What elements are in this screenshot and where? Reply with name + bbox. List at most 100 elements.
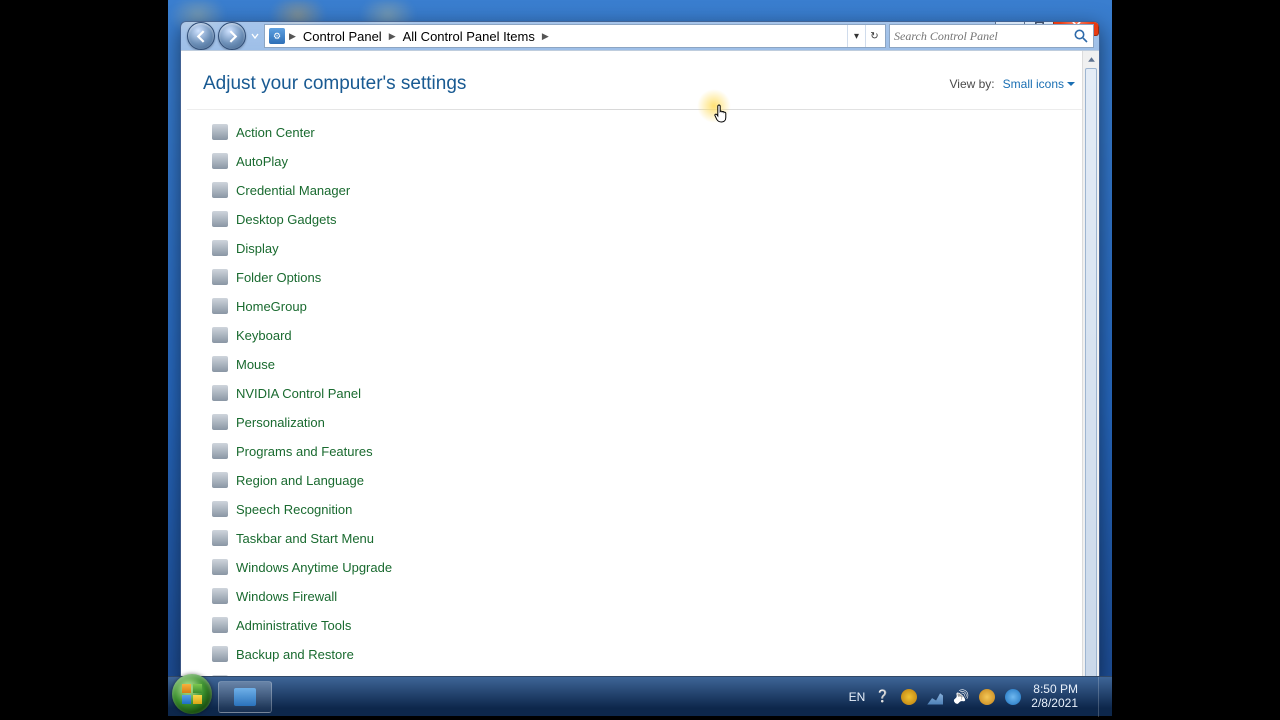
breadcrumb-separator[interactable]: ▶ [389,31,396,42]
refresh-button[interactable]: ↻ [865,25,883,47]
control-panel-item[interactable]: Desktop Gadgets [205,205,470,233]
search-box[interactable] [889,24,1094,48]
item-icon [212,414,228,430]
item-icon [212,240,228,256]
control-panel-item[interactable]: AutoPlay [205,147,470,175]
control-panel-window: ⚙ ▶ Control Panel ▶ All Control Panel It… [180,21,1100,676]
item-icon [212,501,228,517]
control-panel-item[interactable]: Date and Time [205,669,470,676]
control-panel-item[interactable]: Taskbar and Start Menu [205,524,470,552]
item-icon [212,356,228,372]
item-icon [212,153,228,169]
control-panel-icon [234,688,256,706]
control-panel-icon: ⚙ [269,28,285,44]
control-panel-item[interactable]: NVIDIA Control Panel [205,379,470,407]
item-label: Region and Language [236,473,364,488]
control-panel-item[interactable]: Folder Options [205,263,470,291]
control-panel-item[interactable]: Credential Manager [205,176,470,204]
view-by-dropdown[interactable]: Small icons [1003,77,1075,91]
nav-history-dropdown[interactable] [249,32,261,40]
control-panel-item[interactable]: Mouse [205,350,470,378]
item-label: Backup and Restore [236,647,354,662]
item-label: Speech Recognition [236,502,352,517]
system-tray: EN ❔ 8:50 PM 2/8/2021 [849,677,1108,717]
tray-icon[interactable] [979,689,995,705]
control-panel-item[interactable]: Windows Anytime Upgrade [205,553,470,581]
search-input[interactable] [894,29,1073,44]
control-panel-item[interactable]: Display [205,234,470,262]
item-label: Action Center [236,125,315,140]
item-label: Windows Firewall [236,589,337,604]
item-label: Administrative Tools [236,618,351,633]
scroll-track[interactable] [1083,68,1099,676]
item-icon [212,443,228,459]
breadcrumb-current[interactable]: All Control Panel Items [400,29,538,44]
item-label: HomeGroup [236,299,307,314]
item-label: Personalization [236,415,325,430]
item-icon [212,472,228,488]
item-icon [212,124,228,140]
search-icon[interactable] [1073,28,1089,44]
item-icon [212,588,228,604]
item-label: Keyboard [236,328,292,343]
help-tray-icon[interactable]: ❔ [875,689,891,705]
show-desktop-button[interactable] [1098,677,1108,717]
item-icon [212,182,228,198]
item-label: Windows Anytime Upgrade [236,560,392,575]
item-icon [212,617,228,633]
control-panel-item[interactable]: Keyboard [205,321,470,349]
scroll-up-button[interactable] [1083,51,1099,68]
nav-back-button[interactable] [187,22,215,50]
control-panel-item[interactable]: HomeGroup [205,292,470,320]
control-panel-item[interactable]: Action Center [205,118,470,146]
action-center-tray-icon[interactable] [901,689,917,705]
items-viewport: Action Center AutoPlay Credential Manager D… [181,118,1099,676]
item-icon [212,559,228,575]
breadcrumb-root[interactable]: Control Panel [300,29,385,44]
tray-icon[interactable] [1005,689,1021,705]
taskbar-item-control-panel[interactable] [218,681,272,713]
item-label: Folder Options [236,270,321,285]
taskbar-clock[interactable]: 8:50 PM 2/8/2021 [1031,683,1082,711]
item-label: AutoPlay [236,154,288,169]
chevron-down-icon [251,32,259,40]
nav-forward-button[interactable] [218,22,246,50]
network-tray-icon[interactable] [927,689,943,705]
items-grid: Action Center AutoPlay Credential Manager D… [205,118,1079,676]
view-by: View by: Small icons [950,77,1076,91]
vertical-scrollbar[interactable] [1082,51,1099,676]
item-label: Desktop Gadgets [236,212,336,227]
control-panel-item[interactable]: Windows Firewall [205,582,470,610]
control-panel-item[interactable]: Programs and Features [205,437,470,465]
address-dropdown[interactable]: ▾ [847,25,865,47]
start-button[interactable] [172,674,212,714]
item-icon [212,211,228,227]
page-title: Adjust your computer's settings [203,73,466,95]
item-icon [212,327,228,343]
arrow-left-icon [195,30,208,43]
divider [187,109,1093,110]
control-panel-item[interactable]: Backup and Restore [205,640,470,668]
breadcrumb-separator[interactable]: ▶ [289,31,296,42]
letterbox [1112,0,1280,720]
clock-date: 2/8/2021 [1031,697,1078,711]
volume-tray-icon[interactable] [953,689,969,705]
item-icon [212,530,228,546]
item-label: NVIDIA Control Panel [236,386,361,401]
language-indicator[interactable]: EN [849,690,866,704]
control-panel-item[interactable]: Administrative Tools [205,611,470,639]
item-label: Taskbar and Start Menu [236,531,374,546]
item-icon [212,298,228,314]
scroll-thumb[interactable] [1085,68,1097,676]
control-panel-item[interactable]: Personalization [205,408,470,436]
item-label: Display [236,241,279,256]
address-bar[interactable]: ⚙ ▶ Control Panel ▶ All Control Panel It… [264,24,886,48]
control-panel-item[interactable]: Region and Language [205,466,470,494]
view-by-label: View by: [950,77,995,91]
item-label: Credential Manager [236,183,350,198]
content-area: Adjust your computer's settings View by:… [181,50,1099,676]
breadcrumb-separator[interactable]: ▶ [542,31,549,42]
control-panel-item[interactable]: Speech Recognition [205,495,470,523]
item-label: Programs and Features [236,444,373,459]
taskbar[interactable]: EN ❔ 8:50 PM 2/8/2021 [168,676,1112,716]
